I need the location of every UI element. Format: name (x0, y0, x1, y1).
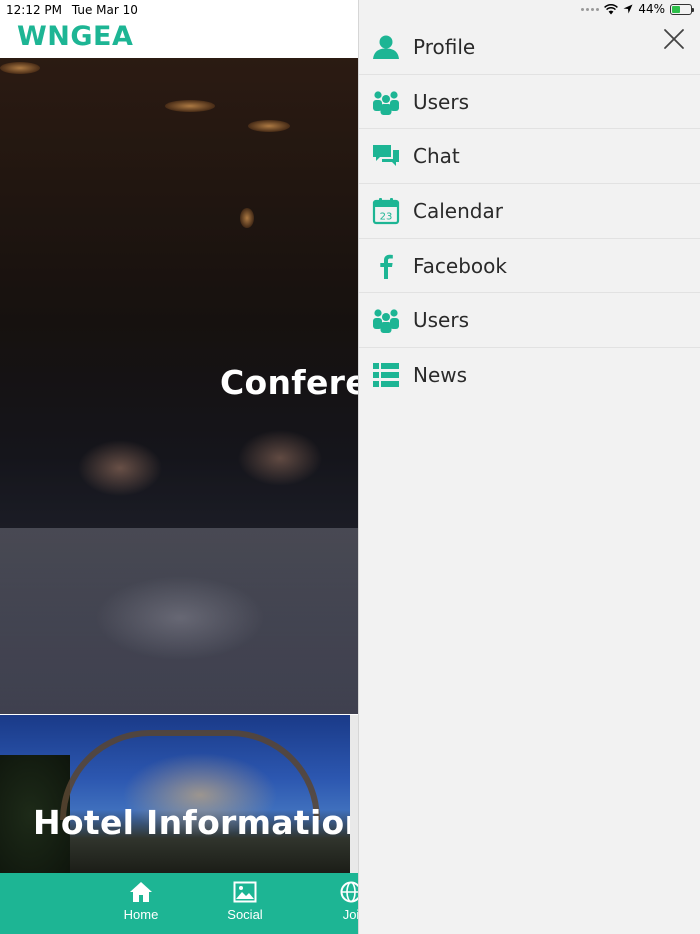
menu-item-news[interactable]: News (359, 348, 700, 403)
menu-item-label: Facebook (413, 253, 507, 278)
menu-item-users[interactable]: Users (359, 75, 700, 130)
location-arrow-icon (623, 4, 633, 14)
battery-level-fill (672, 5, 680, 13)
tab-join[interactable]: Joi (306, 873, 358, 934)
wifi-icon (604, 3, 619, 14)
hotel-information-card[interactable]: Hotel Information (0, 715, 350, 873)
person-icon (372, 33, 400, 61)
calendar-icon: 23 (372, 197, 400, 225)
status-right: 44% (581, 2, 694, 16)
tab-home[interactable]: Home (96, 873, 186, 934)
status-time: 12:12 PM (6, 3, 62, 17)
bottom-tab-bar: Home Social Joi (0, 873, 358, 934)
side-menu-drawer: Profile Users Chat 23 Calendar Facebook … (358, 0, 700, 934)
menu-item-label: Users (413, 308, 470, 333)
tab-home-label: Home (123, 907, 159, 922)
card-edge (350, 715, 358, 873)
conference-card[interactable]: Conferen (0, 58, 358, 714)
menu-item-chat[interactable]: Chat (359, 129, 700, 185)
menu-item-label: News (413, 363, 468, 388)
menu-item-calendar[interactable]: 23 Calendar (359, 184, 700, 239)
hotel-card-title: Hotel Information (33, 803, 350, 842)
tab-join-label: Joi (342, 907, 358, 922)
facebook-icon (372, 252, 400, 280)
menu-item-label: Chat (413, 144, 460, 169)
menu-item-label: Profile (413, 34, 476, 59)
tab-social-label: Social (227, 907, 263, 922)
menu-list: Profile Users Chat 23 Calendar Facebook … (359, 20, 700, 403)
tab-social[interactable]: Social (200, 873, 290, 934)
status-left: 12:12 PM Tue Mar 10 (6, 3, 138, 17)
status-date: Tue Mar 10 (71, 3, 138, 17)
conference-card-title: Conferen (220, 363, 358, 402)
app-screen: WNGEA Conferen Hotel Information Home (0, 0, 358, 934)
battery-charging-icon (670, 3, 694, 15)
users-icon (372, 306, 400, 334)
list-icon (372, 361, 400, 389)
status-bar: 12:12 PM Tue Mar 10 44% (0, 0, 700, 20)
app-header: WNGEA (0, 18, 358, 58)
image-icon (233, 881, 257, 903)
globe-icon (340, 881, 358, 903)
signal-dots-icon (581, 7, 600, 11)
menu-item-facebook[interactable]: Facebook (359, 239, 700, 294)
menu-item-label: Users (413, 89, 470, 114)
battery-percent: 44% (638, 2, 665, 16)
home-icon (130, 882, 152, 902)
users-icon (372, 88, 400, 116)
chat-icon (372, 142, 400, 170)
menu-item-profile[interactable]: Profile (359, 20, 700, 75)
brand-logo: WNGEA (17, 21, 134, 52)
menu-item-label: Calendar (413, 198, 503, 223)
menu-item-users[interactable]: Users (359, 293, 700, 349)
calendar-icon-day: 23 (380, 211, 393, 222)
